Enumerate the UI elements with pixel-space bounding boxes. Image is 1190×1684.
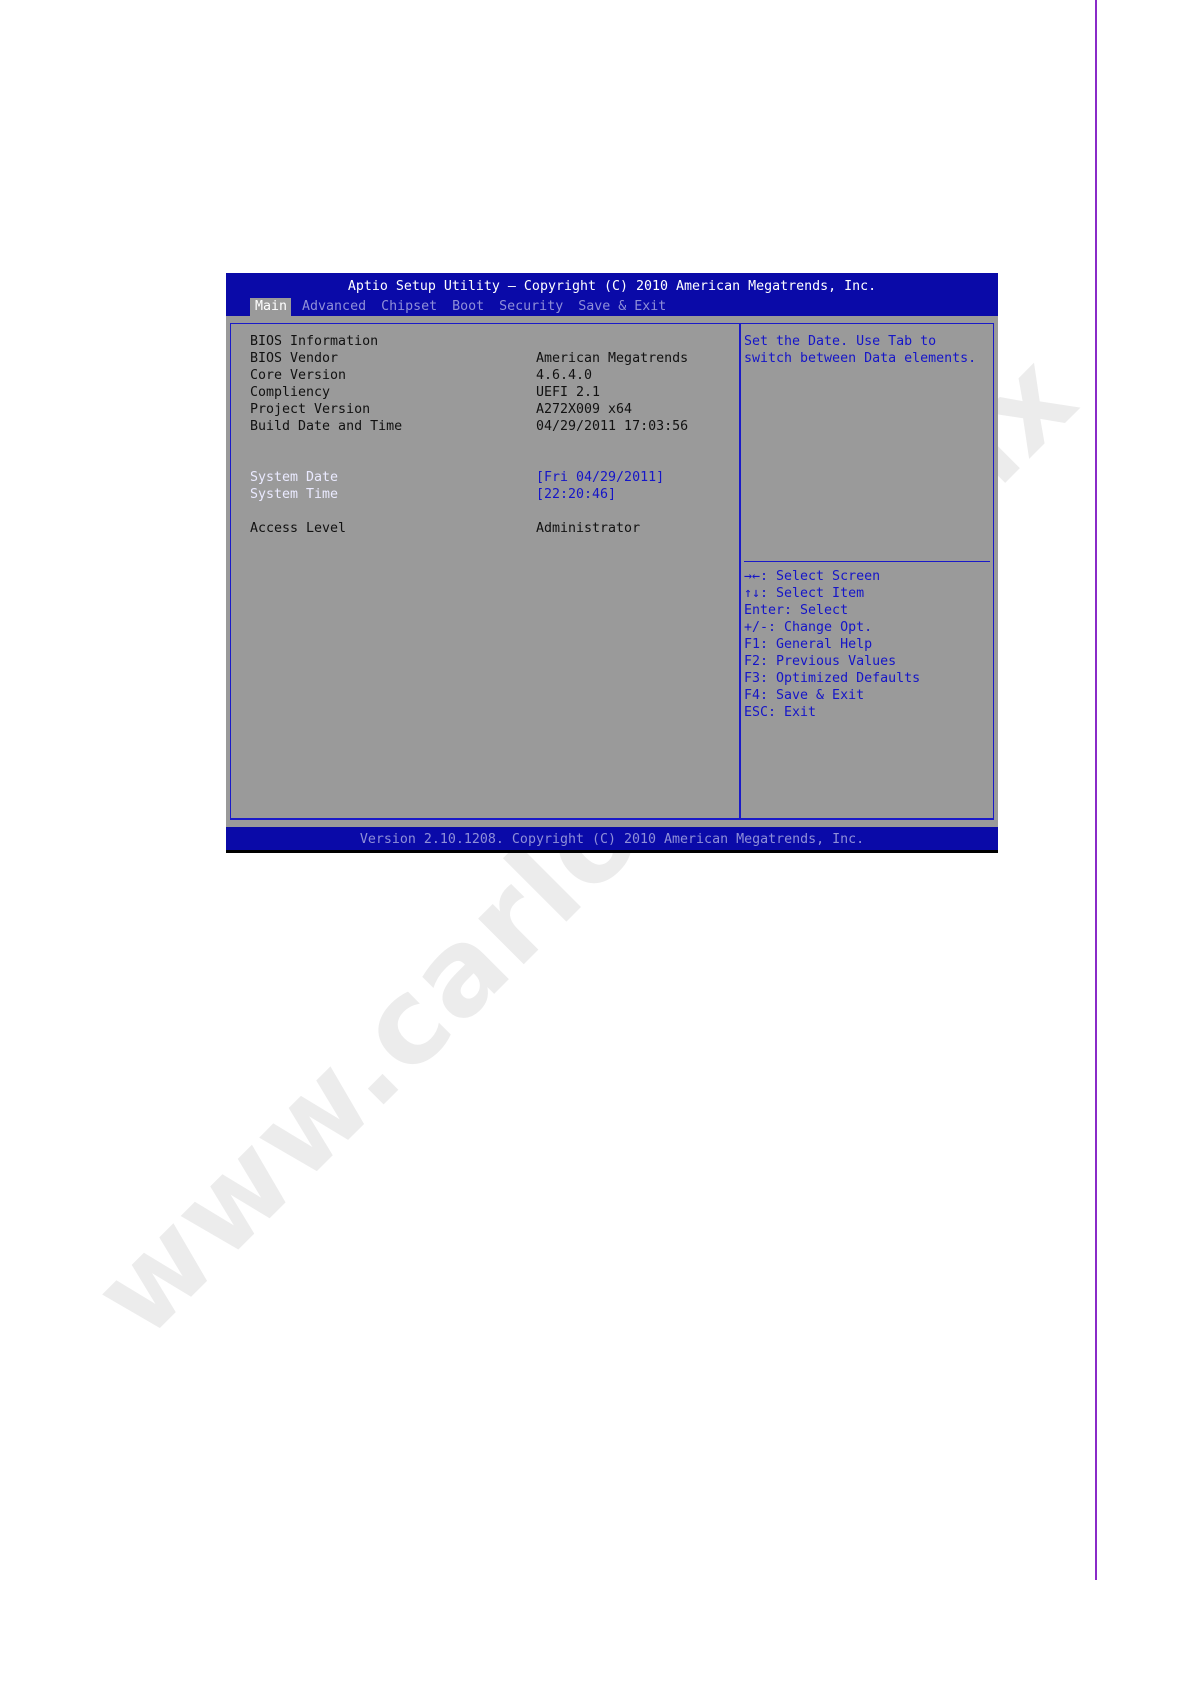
tab-chipset[interactable]: Chipset (376, 298, 441, 316)
tab-save-exit[interactable]: Save & Exit (573, 298, 670, 316)
help-description-line-2: switch between Data elements. (744, 351, 977, 366)
heading-label: BIOS Information (250, 334, 379, 349)
bios-footer-version: Version 2.10.1208. Copyright (C) 2010 Am… (359, 832, 865, 847)
info-label: Build Date and Time (250, 419, 403, 434)
page-margin-rule (1095, 0, 1097, 1580)
main-settings-panel: BIOS Information BIOS Vendor American Me… (230, 323, 739, 820)
key-hint-previous-values: F2: Previous Values (744, 654, 897, 669)
info-value: 4.6.4.0 (536, 368, 593, 383)
access-level-value: Administrator (536, 521, 641, 536)
bios-bottom-edge (226, 850, 998, 853)
key-hint-change-opt: +/-: Change Opt. (744, 620, 873, 635)
info-label: BIOS Vendor (250, 351, 339, 366)
info-value: A272X009 x64 (536, 402, 633, 417)
help-divider (744, 561, 990, 562)
key-hint-general-help: F1: General Help (744, 637, 873, 652)
help-panel: Set the Date. Use Tab to switch between … (739, 323, 994, 820)
system-date-value[interactable]: [Fri 04/29/2011] (536, 469, 664, 487)
bios-content-area: BIOS Information BIOS Vendor American Me… (226, 316, 998, 827)
system-time-label[interactable]: System Time (250, 486, 338, 504)
tab-main[interactable]: Main (250, 298, 292, 316)
key-hint-select-screen: →←: Select Screen (744, 569, 881, 584)
key-hint-esc-exit: ESC: Exit (744, 705, 817, 720)
system-time-value[interactable]: [22:20:46] (536, 486, 616, 504)
info-label: Core Version (250, 368, 347, 383)
bios-setup-window: Aptio Setup Utility – Copyright (C) 2010… (226, 273, 998, 853)
tab-boot[interactable]: Boot (447, 298, 488, 316)
bios-title: Aptio Setup Utility – Copyright (C) 2010… (347, 279, 877, 294)
key-hint-optimized-defaults: F3: Optimized Defaults (744, 671, 921, 686)
tab-security[interactable]: Security (494, 298, 567, 316)
access-level-label: Access Level (250, 521, 347, 536)
info-label: Compliency (250, 385, 331, 400)
info-value: American Megatrends (536, 351, 689, 366)
info-label: Project Version (250, 402, 371, 417)
bios-tab-bar: Main Advanced Chipset Boot Security Save… (250, 298, 676, 316)
system-date-label[interactable]: System Date (250, 469, 338, 487)
help-description-line-1: Set the Date. Use Tab to (744, 334, 937, 349)
info-value: 04/29/2011 17:03:56 (536, 419, 689, 434)
tab-advanced[interactable]: Advanced (297, 298, 370, 316)
key-hint-save-exit: F4: Save & Exit (744, 688, 865, 703)
key-hint-select-item: ↑↓: Select Item (744, 586, 865, 601)
info-value: UEFI 2.1 (536, 385, 601, 400)
key-hint-enter-select: Enter: Select (744, 603, 849, 618)
